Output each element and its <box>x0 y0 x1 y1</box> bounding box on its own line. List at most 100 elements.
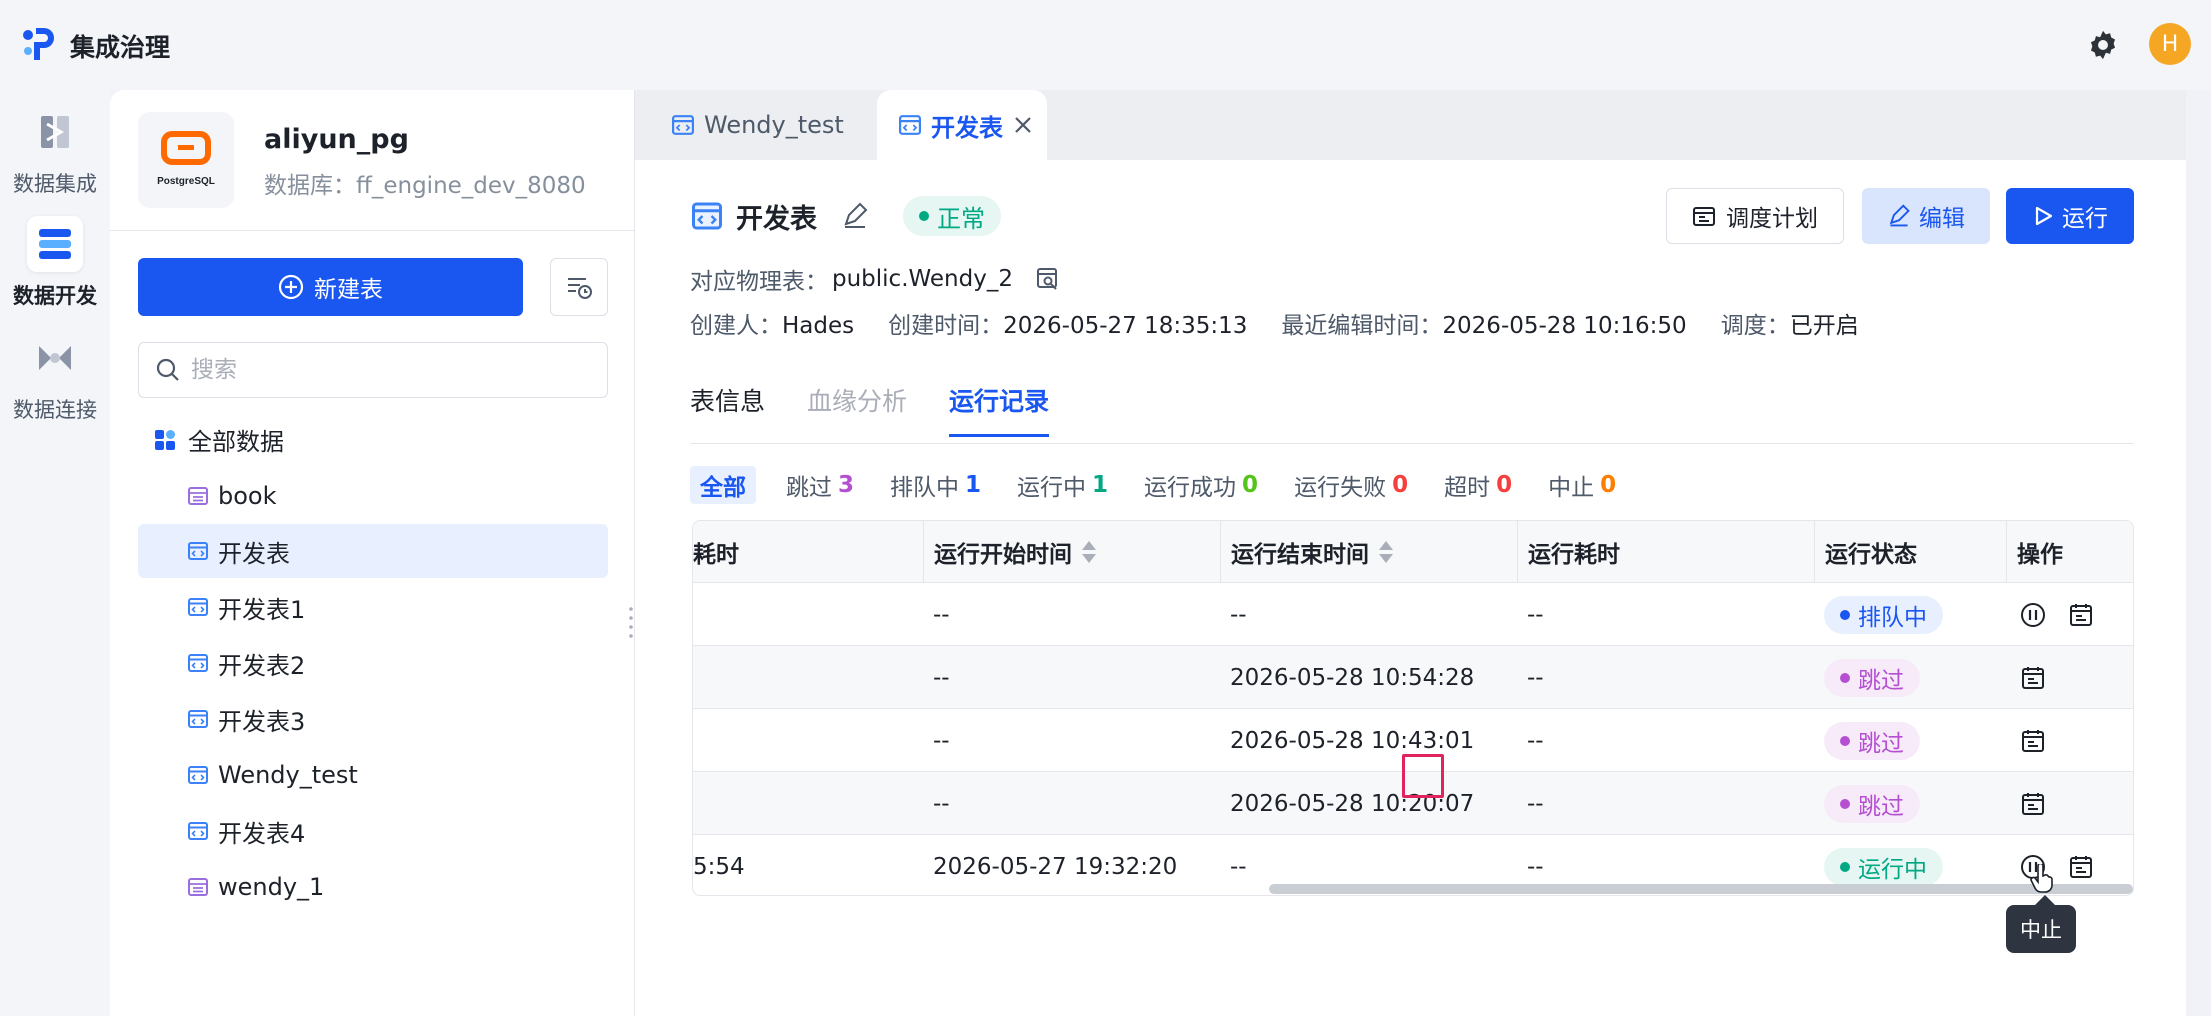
new-table-button[interactable]: 新建表 <box>138 258 523 316</box>
app-logo-icon <box>23 28 54 60</box>
tree-item-dev-table[interactable]: 开发表 <box>138 524 608 578</box>
highlight-box <box>1402 754 1444 798</box>
edited-time-value: 2026-05-28 10:16:50 <box>1442 313 1687 339</box>
tree-item-label: 开发表2 <box>218 651 306 680</box>
rail-label: 数据开发 <box>13 284 97 308</box>
main-panel: Wendy_test 开发表 开发表 正常 调度计划 编辑 运行 对应物理表： … <box>635 90 2186 1016</box>
filter-failed[interactable]: 运行失败 0 <box>1288 466 1414 504</box>
table-row: -- 2026-05-28 10:54:28 -- 跳过 <box>693 646 2133 709</box>
sub-tabs: 表信息 血缘分析 运行记录 <box>690 382 1050 437</box>
table-icon <box>188 878 208 896</box>
dev-table-icon <box>188 542 208 560</box>
column-header-end-time[interactable]: 运行结束时间 <box>1220 521 1517 583</box>
tab-wendy-test[interactable]: Wendy_test <box>652 90 864 160</box>
tree-item-wendy-test[interactable]: Wendy_test <box>138 748 608 802</box>
run-button[interactable]: 运行 <box>2006 188 2134 244</box>
schedule-plan-button[interactable]: 调度计划 <box>1666 188 1844 244</box>
subtab-run-records[interactable]: 运行记录 <box>949 382 1050 437</box>
column-header: 运行耗时 <box>1517 521 1814 583</box>
subtab-table-info[interactable]: 表信息 <box>690 382 765 437</box>
search-box[interactable] <box>138 342 608 398</box>
tree-item-dev-table-3[interactable]: 开发表3 <box>138 692 608 746</box>
title-row: 开发表 正常 <box>692 196 1001 236</box>
tree-item-dev-table-4[interactable]: 开发表4 <box>138 804 608 858</box>
rail-label: 数据连接 <box>13 398 97 422</box>
filter-aborted[interactable]: 中止 0 <box>1542 466 1622 504</box>
sort-icon <box>1379 541 1393 563</box>
status-filters: 全部 跳过 3 排队中 1 运行中 1 运行成功 0 运行失败 0 超时 0 中止 0 <box>690 466 1622 504</box>
edit-button[interactable]: 编辑 <box>1862 188 1990 244</box>
pause-icon[interactable] <box>2019 601 2047 629</box>
tab-label: Wendy_test <box>704 111 844 139</box>
dev-table-icon <box>188 598 208 616</box>
close-icon[interactable] <box>1013 115 1033 135</box>
rail-item-data-connect[interactable]: 数据连接 <box>0 330 110 424</box>
filter-queued[interactable]: 排队中 1 <box>884 466 987 504</box>
tree-item-dev-table-1[interactable]: 开发表1 <box>138 580 608 634</box>
table-icon <box>188 487 208 505</box>
log-icon[interactable] <box>2067 853 2095 881</box>
plus-circle-icon <box>278 274 304 300</box>
rail-item-data-dev[interactable]: 数据开发 <box>0 216 110 310</box>
rail-label: 数据集成 <box>13 172 97 196</box>
creator-value: Hades <box>782 313 855 339</box>
log-icon[interactable] <box>2019 727 2047 755</box>
edit-pencil-icon <box>1889 204 1910 227</box>
play-icon <box>2035 206 2053 226</box>
tree-item-dev-table-2[interactable]: 开发表2 <box>138 636 608 690</box>
status-badge: 运行中 <box>1824 847 1943 886</box>
filter-running[interactable]: 运行中 1 <box>1011 466 1114 504</box>
filter-timeout[interactable]: 超时 0 <box>1438 466 1518 504</box>
page-title: 开发表 <box>736 203 817 235</box>
status-badge: 排队中 <box>1824 595 1943 634</box>
tree-item-label: 开发表 <box>218 539 290 568</box>
filter-all[interactable]: 全部 <box>690 466 756 504</box>
tree-item-label: 开发表3 <box>218 707 306 736</box>
schedule-status-value: 已开启 <box>1789 313 1859 339</box>
grid-icon <box>155 429 175 450</box>
run-records-table: 耗时 运行开始时间 运行结束时间 运行耗时 运行状态 操作 -- -- -- 排… <box>692 520 2134 896</box>
tab-label: 开发表 <box>931 113 1003 142</box>
edit-pencil-icon[interactable] <box>841 202 869 230</box>
column-header-start-time[interactable]: 运行开始时间 <box>923 521 1220 583</box>
postgresql-logo: PostgreSQL <box>138 112 234 208</box>
status-badge: 正常 <box>903 196 1001 236</box>
app-title: 集成治理 <box>70 33 171 62</box>
tree-item-wendy-1[interactable]: wendy_1 <box>138 860 608 914</box>
column-header: 运行状态 <box>1814 521 2006 583</box>
filter-success[interactable]: 运行成功 0 <box>1138 466 1264 504</box>
log-icon[interactable] <box>2019 664 2047 692</box>
tree-item-book[interactable]: book <box>138 469 608 523</box>
gear-icon[interactable] <box>2086 28 2120 62</box>
dev-table-icon <box>672 115 694 135</box>
meta-row: 创建人：Hades 创建时间：2026-05-27 18:35:13 最近编辑时… <box>690 313 1859 339</box>
status-badge: 跳过 <box>1824 721 1920 760</box>
search-input[interactable] <box>191 357 591 383</box>
data-connect-icon <box>39 346 71 370</box>
status-badge: 跳过 <box>1824 658 1920 697</box>
search-icon <box>156 358 179 381</box>
log-icon[interactable] <box>2019 790 2047 818</box>
filter-history-button[interactable] <box>550 258 608 316</box>
datasource-name: aliyun_pg <box>264 124 409 155</box>
filter-clock-icon <box>568 278 592 299</box>
horizontal-scrollbar[interactable] <box>1269 884 2133 894</box>
filter-skip[interactable]: 跳过 3 <box>780 466 860 504</box>
left-rail: 数据集成 数据开发 数据连接 <box>0 90 110 1016</box>
dev-table-icon <box>899 115 921 135</box>
view-doc-icon[interactable] <box>1035 266 1061 292</box>
log-icon[interactable] <box>2067 601 2095 629</box>
column-header: 耗时 <box>693 542 739 568</box>
dev-table-icon <box>188 654 208 672</box>
rail-item-data-integration[interactable]: 数据集成 <box>0 104 110 198</box>
table-header: 耗时 运行开始时间 运行结束时间 运行耗时 运行状态 操作 <box>693 521 2133 583</box>
tab-dev-table[interactable]: 开发表 <box>877 90 1047 160</box>
tooltip-abort: 中止 <box>2006 895 2076 953</box>
physical-table-value: public.Wendy_2 <box>832 266 1013 292</box>
user-avatar[interactable]: H <box>2149 23 2191 65</box>
data-dev-icon <box>39 229 71 259</box>
tree-root-all-data[interactable]: 全部数据 <box>154 422 284 457</box>
created-time-value: 2026-05-27 18:35:13 <box>1003 313 1248 339</box>
tab-bar: Wendy_test 开发表 <box>635 90 2186 160</box>
svg-text:PostgreSQL: PostgreSQL <box>157 176 215 187</box>
